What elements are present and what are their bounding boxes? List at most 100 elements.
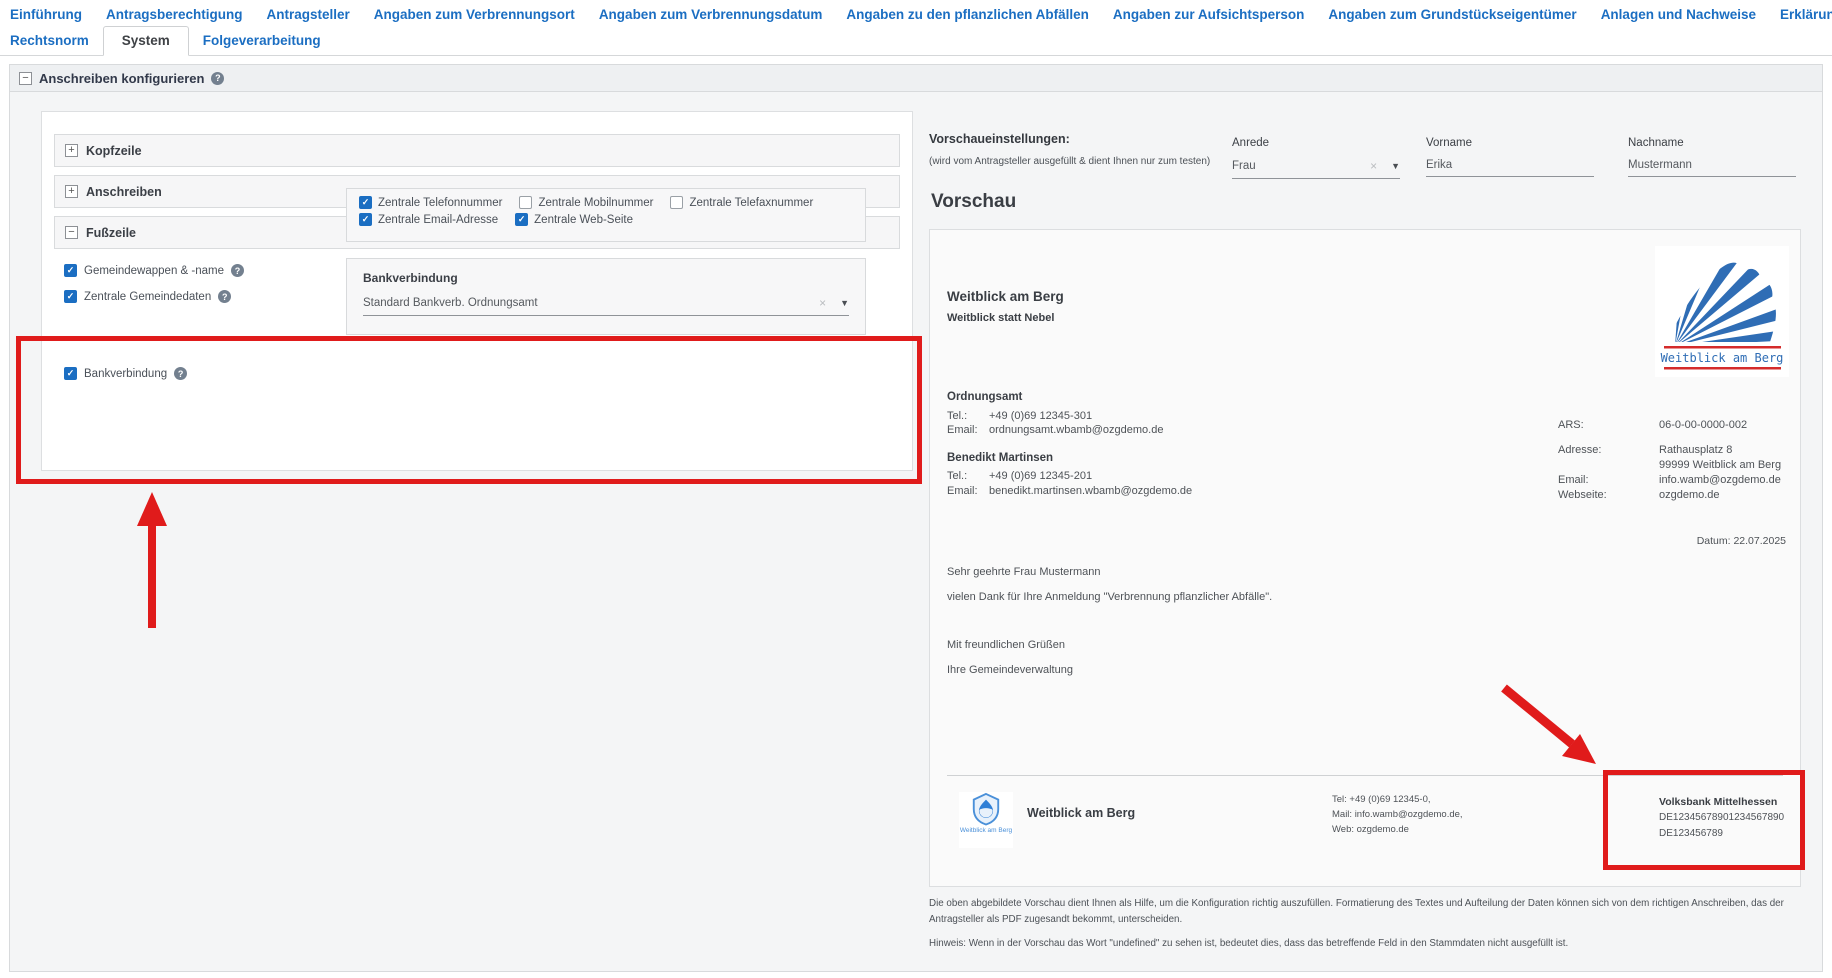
email-adresse-checkbox[interactable] [359,213,372,226]
bankverbindung-panel-title: Bankverbindung [363,271,849,285]
info-email-value: info.wamb@ozgdemo.de [1659,473,1781,488]
tab-row-1: Einführung Antragsberechtigung Antragste… [0,0,1832,26]
clear-icon[interactable]: × [1370,159,1377,173]
bank-name: Volksbank Mittelhessen [1659,794,1784,810]
expand-icon[interactable] [65,185,78,198]
help-icon[interactable] [218,290,231,303]
gemeindewappen-checkbox[interactable] [64,264,77,277]
webseite-label: Webseite: [1558,488,1659,503]
dept-tel: +49 (0)69 12345-301 [989,409,1092,424]
telefonnummer-label: Zentrale Telefonnummer [378,197,502,209]
gemeindewappen-label: Gemeindewappen & -name [84,265,224,277]
letter-gemeinde-name: Weitblick am Berg [947,289,1064,304]
person-name: Benedikt Martinsen [947,451,1192,466]
tab-rechtsnorm[interactable]: Rechtsnorm [10,33,89,48]
gemeinde-logo: Weitblick am Berg [1655,246,1789,377]
tab-grundstueckseigentuemer[interactable]: Angaben zum Grundstückseigentümer [1328,7,1576,22]
email-adresse-label: Zentrale Email-Adresse [378,214,498,226]
page: { "tabs": { "row1": [ "Einführung", "Ant… [0,0,1832,978]
panel-header[interactable]: Anschreiben konfigurieren [10,65,1822,92]
bankverbindung-checkbox[interactable] [64,367,77,380]
letter-gemeinde-motto: Weitblick statt Nebel [947,312,1054,324]
adresse-label: Adresse: [1558,443,1659,458]
footer-logo-caption: Weitblick am Berg [960,827,1012,835]
config-card: Kopfzeile Anschreiben Fußzeile Gemeindew… [41,111,913,471]
tab-verbrennungsort[interactable]: Angaben zum Verbrennungsort [374,7,575,22]
gemeindedaten-checkbox[interactable] [64,290,77,303]
accordion-anschreiben-label: Anschreiben [86,185,162,199]
preview-disclaimer: Die oben abgebildete Vorschau dient Ihne… [929,896,1793,928]
preview-settings-title: Vorschaueinstellungen: [929,132,1070,146]
footer-shield-logo: Weitblick am Berg [959,792,1013,848]
footer-contact-block: Tel: +49 (0)69 12345-0, Mail: info.wamb@… [1332,792,1463,837]
anrede-field: Anrede Frau × ▼ [1232,137,1400,179]
nachname-input[interactable]: Mustermann [1628,159,1796,177]
panel-title: Anschreiben konfigurieren [39,71,204,86]
footer-bank-block: Volksbank Mittelhessen DE123456789012345… [1659,794,1784,842]
option-email-adresse: Zentrale Email-Adresse [359,213,498,226]
help-icon[interactable] [231,264,244,277]
tab-verbrennungsdatum[interactable]: Angaben zum Verbrennungsdatum [599,7,823,22]
vorname-input[interactable]: Erika [1426,159,1594,177]
help-icon[interactable] [211,72,224,85]
tab-einfuehrung[interactable]: Einführung [10,7,82,22]
bankverbindung-select[interactable]: Standard Bankverb. Ordnungsamt × ▼ [363,296,849,316]
letter-signature: Ihre Gemeindeverwaltung [947,664,1073,676]
accordion-fusszeile-label: Fußzeile [86,226,136,240]
person-tel: +49 (0)69 12345-201 [989,469,1092,484]
letter-greeting: Sehr geehrte Frau Mustermann [947,566,1100,578]
tab-folgeverarbeitung[interactable]: Folgeverarbeitung [203,33,321,48]
subpanel-options: Zentrale Telefonnummer Zentrale Mobilnum… [359,196,839,226]
tab-erklaerung[interactable]: Erklärung [1780,7,1832,22]
preview-settings-subtitle: (wird vom Antragsteller ausgefüllt & die… [929,156,1210,167]
vorname-label: Vorname [1426,137,1594,149]
option-bankverbindung: Bankverbindung [64,367,187,380]
vorschau-heading: Vorschau [931,191,1016,213]
webseite-value: ozgdemo.de [1659,488,1720,503]
tab-anlagen-nachweise[interactable]: Anlagen und Nachweise [1601,7,1756,22]
dept-name: Ordnungsamt [947,390,1192,405]
collapse-icon[interactable] [19,72,32,85]
nachname-label: Nachname [1628,137,1796,149]
expand-icon[interactable] [65,144,78,157]
adresse-line2: 99999 Weitblick am Berg [1659,458,1781,473]
letter-date: Datum: 22.07.2025 [1697,535,1786,547]
tab-system-active[interactable]: System [103,26,189,56]
email-label: Email: [947,484,989,499]
mobilnummer-checkbox[interactable] [519,196,532,209]
footer-gemeinde-name: Weitblick am Berg [1027,806,1135,820]
ars-value: 06-0-00-0000-002 [1659,418,1747,433]
letter-contact-block: Ordnungsamt Tel.: +49 (0)69 12345-301 Em… [947,390,1192,498]
help-icon[interactable] [174,367,187,380]
bank-iban: DE12345678901234567890 [1659,810,1784,826]
anrede-select[interactable]: Frau × ▼ [1232,159,1400,179]
footer-tel: Tel: +49 (0)69 12345-0, [1332,792,1463,807]
bankverbindung-select-value: Standard Bankverb. Ordnungsamt [363,297,819,309]
tab-antragsteller[interactable]: Antragsteller [267,7,350,22]
anrede-value: Frau [1232,160,1370,172]
tab-pflanzliche-abfaelle[interactable]: Angaben zu den pflanzlichen Abfällen [846,7,1089,22]
tab-row-2: Rechtsnorm System Folgeverarbeitung [0,26,1832,56]
email-label: Email: [947,423,989,438]
telefaxnummer-checkbox[interactable] [670,196,683,209]
nachname-field: Nachname Mustermann [1628,137,1796,177]
web-seite-checkbox[interactable] [515,213,528,226]
collapse-icon[interactable] [65,226,78,239]
tab-aufsichtsperson[interactable]: Angaben zur Aufsichtsperson [1113,7,1305,22]
gemeindedaten-label: Zentrale Gemeindedaten [84,291,211,303]
clear-icon[interactable]: × [819,296,826,310]
vorname-field: Vorname Erika [1426,137,1594,177]
svg-text:Weitblick am Berg: Weitblick am Berg [1661,351,1784,365]
accordion-kopfzeile[interactable]: Kopfzeile [54,134,900,167]
chevron-down-icon[interactable]: ▼ [840,298,849,308]
telefonnummer-checkbox[interactable] [359,196,372,209]
letter-preview: Weitblick am Berg Weitblick am Berg Weit… [929,229,1801,887]
letter-info-block: ARS: 06-0-00-0000-002 Adresse: Rathauspl… [1558,418,1781,503]
letter-closing: Mit freundlichen Grüßen [947,639,1065,651]
tab-antragsberechtigung[interactable]: Antragsberechtigung [106,7,243,22]
chevron-down-icon[interactable]: ▼ [1391,161,1400,171]
option-mobilnummer: Zentrale Mobilnummer [519,196,653,209]
letter-body: vielen Dank für Ihre Anmeldung "Verbrenn… [947,591,1272,603]
option-telefaxnummer: Zentrale Telefaxnummer [670,196,813,209]
anrede-label: Anrede [1232,137,1400,149]
